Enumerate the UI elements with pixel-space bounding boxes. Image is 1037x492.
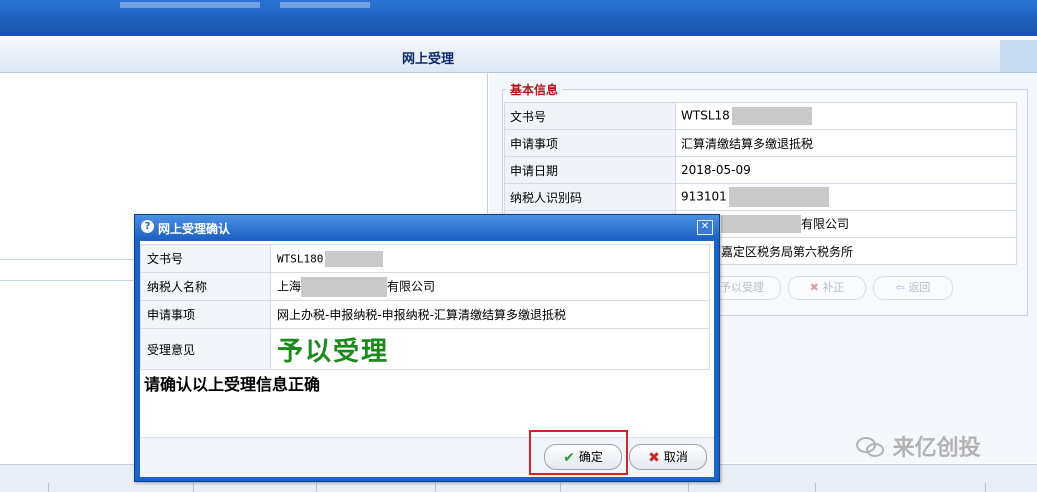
wechat-icon bbox=[856, 437, 884, 457]
table-row: 受理意见 予以受理 bbox=[140, 328, 710, 370]
table-row: 纳税人识别码 913101 bbox=[504, 183, 1017, 211]
back-arrow-icon: ⇦ bbox=[895, 281, 909, 294]
banner-decoration bbox=[280, 2, 370, 8]
confirm-message: 请确认以上受理信息正确 bbox=[144, 375, 321, 394]
label-doc-number: 文书号 bbox=[140, 244, 271, 273]
value-taxpayer-id: 913101 bbox=[675, 183, 1017, 211]
value-doc-number: WTSL180 bbox=[270, 244, 710, 273]
watermark-text: 来亿创投 bbox=[892, 436, 981, 461]
value-taxpayer-name: 上海 有限公司 bbox=[270, 272, 710, 301]
value-application-date: 2018-05-09 bbox=[675, 156, 1017, 184]
x-icon: ✖ bbox=[809, 281, 823, 294]
dialog-body: 文书号 WTSL180 纳税人名称 上海 有限公司 申请事项 网上办税-申报纳税-… bbox=[140, 241, 714, 477]
titlebar-shade bbox=[1000, 40, 1037, 72]
dialog-info-table: 文书号 WTSL180 纳税人名称 上海 有限公司 申请事项 网上办税-申报纳税-… bbox=[140, 244, 710, 370]
label-doc-number: 文书号 bbox=[504, 102, 676, 130]
back-button-faded[interactable]: ⇦ 返回 bbox=[873, 276, 953, 300]
table-row: 文书号 WTSL180 bbox=[140, 244, 710, 273]
label-application-item: 申请事项 bbox=[504, 129, 676, 157]
supplement-button-faded[interactable]: ✖ 补正 bbox=[788, 276, 866, 300]
label-taxpayer-name: 纳税人名称 bbox=[140, 272, 271, 301]
label-application-date: 申请日期 bbox=[504, 156, 676, 184]
redacted-block bbox=[728, 187, 829, 207]
ok-button[interactable]: ✔ 确定 bbox=[544, 444, 622, 470]
value-tax-office: 嘉定区税务局第六税务所 bbox=[675, 237, 1017, 265]
redacted-block bbox=[301, 276, 388, 297]
table-row: 申请事项 汇算清缴结算多缴退抵税 bbox=[504, 129, 1017, 157]
page-titlebar: 网上受理 bbox=[0, 40, 1037, 73]
label-taxpayer-id: 纳税人识别码 bbox=[504, 183, 676, 211]
x-icon: ✖ bbox=[648, 450, 660, 466]
label-application-item: 申请事项 bbox=[140, 300, 271, 329]
table-row: 申请事项 网上办税-申报纳税-申报纳税-汇算清缴结算多缴退抵税 bbox=[140, 300, 710, 329]
page-title: 网上受理 bbox=[401, 52, 454, 67]
watermark: 来亿创投 bbox=[855, 430, 981, 462]
banner-decoration bbox=[120, 2, 260, 8]
table-row: 纳税人名称 上海 有限公司 bbox=[140, 272, 710, 301]
confirm-dialog: ? 网上受理确认 ✕ 文书号 WTSL180 纳税人名称 上海 有限公司 申请事项… bbox=[134, 214, 720, 482]
redacted-block bbox=[325, 250, 384, 267]
redacted-block bbox=[731, 107, 812, 125]
table-row: 申请日期 2018-05-09 bbox=[504, 156, 1017, 184]
value-taxpayer-name: 有限公司 bbox=[675, 210, 1017, 238]
value-application-item: 汇算清缴结算多缴退抵税 bbox=[675, 129, 1017, 157]
checkmark-icon: ✔ bbox=[563, 450, 575, 466]
dialog-title: 网上受理确认 bbox=[158, 222, 231, 236]
opinion-text: 予以受理 bbox=[277, 336, 390, 367]
label-opinion: 受理意见 bbox=[140, 328, 271, 370]
cancel-button[interactable]: ✖ 取消 bbox=[629, 444, 707, 470]
table-row: 文书号 WTSL18 bbox=[504, 102, 1017, 130]
value-doc-number: WTSL18 bbox=[675, 102, 1017, 130]
value-application-item: 网上办税-申报纳税-申报纳税-汇算清缴结算多缴退抵税 bbox=[270, 300, 710, 329]
help-icon: ? bbox=[141, 220, 154, 233]
close-icon[interactable]: ✕ bbox=[697, 220, 713, 235]
dialog-header: ? 网上受理确认 ✕ bbox=[135, 215, 719, 239]
value-opinion: 予以受理 bbox=[270, 328, 710, 370]
top-banner bbox=[0, 0, 1037, 36]
basic-info-legend: 基本信息 bbox=[506, 81, 563, 98]
redacted-block bbox=[721, 215, 801, 234]
